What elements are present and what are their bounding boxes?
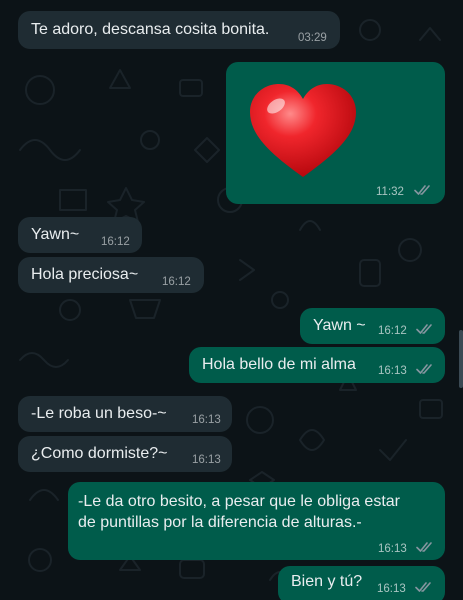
message-time: 16:13	[192, 414, 221, 426]
read-receipt-icon	[415, 582, 431, 592]
message-bubble-outgoing[interactable]: -Le da otro besito, a pesar que le oblig…	[68, 482, 445, 560]
message-text: Hola preciosa~	[31, 266, 139, 283]
message-time: 11:32	[376, 186, 404, 198]
message-time: 16:12	[162, 276, 191, 288]
message-bubble-outgoing[interactable]: 11:32	[226, 62, 445, 204]
read-receipt-icon	[414, 185, 430, 195]
message-text: Yawn~	[31, 226, 80, 243]
read-receipt-icon	[416, 542, 432, 552]
message-text: Bien y tú?	[291, 573, 363, 590]
message-time: 03:29	[298, 32, 327, 44]
message-bubble-incoming[interactable]: Hola preciosa~ 16:12	[18, 257, 204, 293]
message-bubble-outgoing[interactable]: Hola bello de mi alma 16:13	[189, 347, 445, 383]
message-time: 16:12	[378, 325, 407, 337]
read-receipt-icon	[416, 364, 432, 374]
message-bubble-incoming[interactable]: Te adoro, descansa cosita bonita. 03:29	[18, 11, 340, 49]
message-text: Hola bello de mi alma	[202, 356, 356, 373]
message-text: Yawn ~	[313, 317, 366, 334]
message-text: Te adoro, descansa cosita bonita.	[31, 21, 270, 38]
chat-conversation: Te adoro, descansa cosita bonita. 03:29 …	[0, 0, 463, 600]
message-bubble-outgoing[interactable]: Yawn ~ 16:12	[300, 308, 445, 344]
message-time: 16:13	[192, 454, 221, 466]
message-time: 16:13	[378, 543, 407, 555]
read-receipt-icon	[416, 324, 432, 334]
message-time: 16:12	[101, 236, 130, 248]
message-text: ¿Como dormiste?~	[31, 445, 168, 462]
message-text: -Le da otro besito, a pesar que le oblig…	[78, 493, 400, 531]
message-time: 16:13	[377, 583, 406, 595]
message-bubble-incoming[interactable]: ¿Como dormiste?~ 16:13	[18, 436, 232, 472]
message-bubble-incoming[interactable]: -Le roba un beso-~ 16:13	[18, 396, 232, 432]
message-text: -Le roba un beso-~	[31, 405, 167, 422]
red-heart-emoji-icon	[250, 84, 356, 177]
message-bubble-incoming[interactable]: Yawn~ 16:12	[18, 217, 142, 253]
message-bubble-outgoing[interactable]: Bien y tú? 16:13	[278, 566, 445, 600]
scrollbar-thumb[interactable]	[459, 330, 463, 388]
message-time: 16:13	[378, 365, 407, 377]
